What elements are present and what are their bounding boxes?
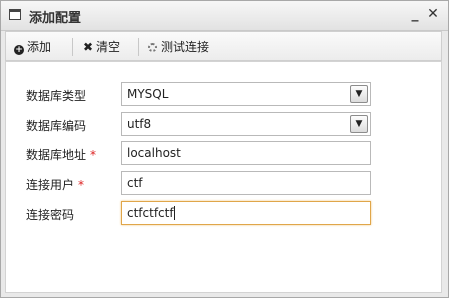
test-connection-label: 测试连接 [161, 40, 210, 54]
required-marker: * [90, 148, 97, 162]
form-panel: 数据库类型 MYSQL ▼ 数据库编码 utf8 ▼ 数据库地址 * localh… [5, 61, 442, 293]
db-encoding-select[interactable]: utf8 ▼ [121, 112, 371, 136]
dialog-title: 添加配置 [29, 11, 82, 26]
conn-user-row: 连接用户 * ctf [6, 171, 443, 197]
conn-user-input[interactable]: ctf [121, 171, 371, 195]
add-button[interactable]: + 添加 [14, 38, 51, 56]
dialog-titlebar[interactable]: 添加配置 _ ✕ [1, 1, 448, 31]
conn-password-label: 连接密码 [26, 208, 75, 222]
plus-circle-icon: + [14, 45, 24, 55]
test-connection-button[interactable]: 测试连接 [148, 38, 209, 56]
db-type-select[interactable]: MYSQL ▼ [121, 82, 371, 106]
add-config-dialog: 添加配置 _ ✕ + 添加 ✖ 清空 测试连接 数据库类型 MYSQL ▼ 数据库编… [0, 0, 449, 298]
db-encoding-row: 数据库编码 utf8 ▼ [6, 112, 443, 138]
conn-password-value: ctfctfctf [127, 206, 174, 220]
toolbar: + 添加 ✖ 清空 测试连接 [5, 31, 442, 61]
conn-user-value: ctf [127, 176, 143, 190]
db-address-row: 数据库地址 * localhost [6, 141, 443, 167]
toolbar-separator [72, 38, 73, 56]
db-type-label: 数据库类型 [26, 89, 87, 103]
toolbar-separator [138, 38, 139, 56]
db-encoding-value: utf8 [127, 117, 152, 131]
db-type-row: 数据库类型 MYSQL ▼ [6, 82, 443, 108]
clear-button[interactable]: ✖ 清空 [82, 38, 120, 56]
minimize-button[interactable]: _ [407, 5, 423, 23]
chevron-down-icon[interactable]: ▼ [350, 115, 368, 133]
db-encoding-label: 数据库编码 [26, 119, 87, 133]
add-button-label: 添加 [27, 40, 52, 54]
conn-password-row: 连接密码 ctfctfctf [6, 201, 443, 227]
chevron-down-icon[interactable]: ▼ [350, 85, 368, 103]
required-marker: * [78, 178, 85, 192]
x-icon: ✖ [82, 40, 94, 54]
conn-password-input[interactable]: ctfctfctf [121, 201, 371, 225]
db-address-input[interactable]: localhost [121, 141, 371, 165]
loading-icon [148, 43, 157, 52]
conn-user-label: 连接用户 * [26, 178, 85, 192]
window-icon [9, 9, 21, 20]
text-caret [173, 206, 175, 220]
db-type-value: MYSQL [127, 87, 169, 101]
db-address-value: localhost [127, 146, 181, 160]
db-address-label: 数据库地址 * [26, 148, 97, 162]
close-button[interactable]: ✕ [425, 5, 441, 23]
clear-button-label: 清空 [96, 40, 121, 54]
